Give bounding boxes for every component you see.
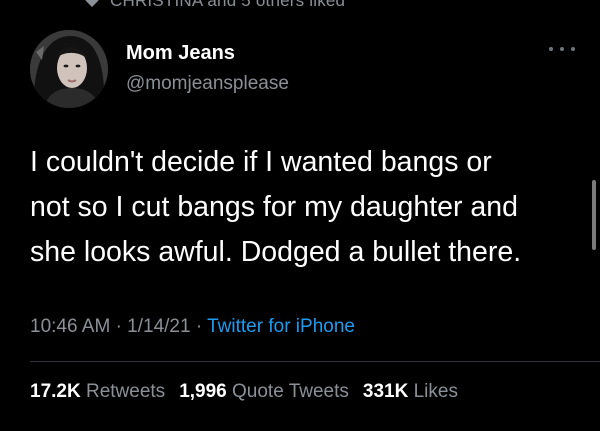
likes-count: 331K <box>362 381 409 402</box>
tweet-time[interactable]: 10:46 AM <box>30 316 110 337</box>
likes-stat[interactable]: 331K Likes <box>363 381 458 403</box>
quote-tweets-stat[interactable]: 1,996 Quote Tweets <box>179 381 349 403</box>
tweet-line: she looks awful. Dodged a bullet there. <box>30 236 522 268</box>
heart-icon <box>84 0 100 9</box>
social-context-text: CHRISTINA and 5 others liked <box>110 0 346 10</box>
more-options-icon[interactable] <box>549 42 575 56</box>
avatar[interactable] <box>30 30 108 108</box>
retweets-stat[interactable]: 17.2K Retweets <box>30 381 165 403</box>
divider <box>30 361 600 362</box>
user-handle[interactable]: @momjeansplease <box>126 73 289 95</box>
quote-tweets-label: Quote Tweets <box>232 381 349 402</box>
tweet-line: not so I cut bangs for my daughter and <box>30 191 518 223</box>
tweet-stats: 17.2K Retweets 1,996 Quote Tweets 331K L… <box>30 381 458 403</box>
tweet-text: I couldn't decide if I wanted bangs or n… <box>30 140 578 275</box>
tweet-date[interactable]: 1/14/21 <box>127 316 190 337</box>
tweet-source-link[interactable]: Twitter for iPhone <box>207 316 355 337</box>
quote-tweets-count: 1,996 <box>179 381 227 402</box>
social-context[interactable]: CHRISTINA and 5 others liked <box>84 0 345 12</box>
likes-label: Likes <box>413 381 458 402</box>
tweet-line: I couldn't decide if I wanted bangs or <box>30 146 492 178</box>
dot <box>571 47 575 51</box>
display-name[interactable]: Mom Jeans <box>126 42 235 65</box>
retweets-label: Retweets <box>85 381 166 402</box>
meta-separator: · <box>195 316 203 337</box>
meta-separator: · <box>115 316 122 337</box>
dot <box>560 47 564 51</box>
retweets-count: 17.2K <box>30 381 81 402</box>
dot <box>549 47 553 51</box>
scrollbar[interactable] <box>592 180 596 250</box>
tweet-metadata: 10:46 AM · 1/14/21 · Twitter for iPhone <box>30 316 355 338</box>
